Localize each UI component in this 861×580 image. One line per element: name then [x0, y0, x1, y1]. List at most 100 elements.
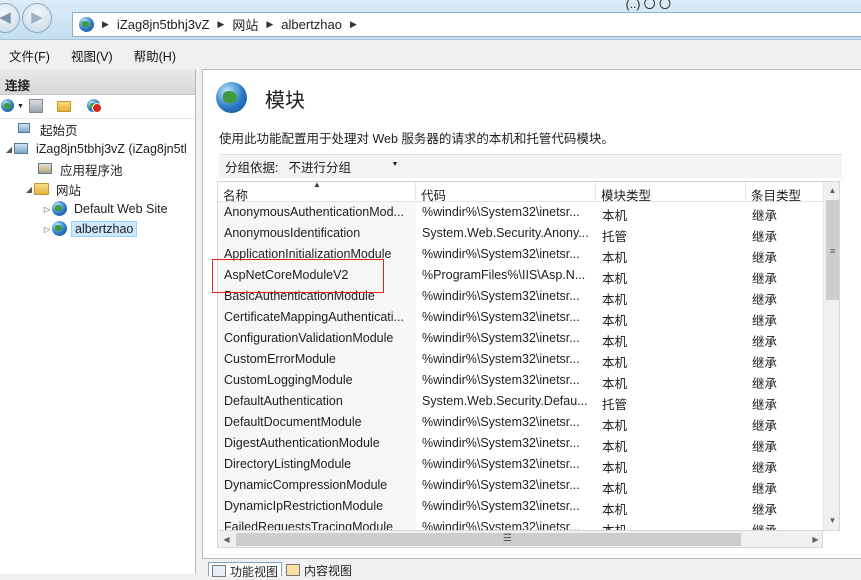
- list-header: 名称 ▲ 代码 模块类型 条目类型: [218, 182, 823, 203]
- column-header-module-type[interactable]: 模块类型: [596, 182, 746, 203]
- cell-name: AnonymousAuthenticationMod...: [224, 205, 404, 219]
- menu-bar: 文件(F) 视图(V) 帮助(H): [0, 44, 861, 66]
- table-row[interactable]: AnonymousAuthenticationMod... %windir%\Sy…: [218, 202, 823, 223]
- address-bar[interactable]: ▶ iZag8jn5tbhj3vZ ▶ 网站 ▶ albertzhao ▶: [72, 12, 861, 37]
- cell-name: CustomLoggingModule: [224, 373, 353, 387]
- table-row[interactable]: DirectoryListingModule %windir%\System32\…: [218, 454, 823, 475]
- menu-file[interactable]: 文件(F): [9, 46, 50, 65]
- collapse-icon[interactable]: ◢: [4, 145, 14, 154]
- scroll-right-icon[interactable]: ▶: [807, 531, 824, 548]
- tree-item-start-page[interactable]: 起始页: [18, 119, 81, 139]
- table-row[interactable]: CustomLoggingModule %windir%\System32\ine…: [218, 370, 823, 391]
- disconnect-icon[interactable]: [87, 99, 102, 114]
- modules-feature-page: 模块 使用此功能配置用于处理对 Web 服务器的请求的本机和托管代码模块。 分组…: [202, 69, 861, 559]
- cell-code: %windir%\System32\inetsr...: [422, 457, 580, 471]
- dropdown-arrow-icon: ▼: [391, 161, 399, 168]
- address-toolbar: ◀ ▶ ▶ iZag8jn5tbhj3vZ ▶ 网站 ▶ albertzhao …: [0, 0, 861, 40]
- scroll-up-icon[interactable]: ▲: [824, 182, 839, 199]
- column-header-entry-type[interactable]: 条目类型: [746, 182, 823, 203]
- cell-code: %windir%\System32\inetsr...: [422, 520, 580, 531]
- table-row[interactable]: DigestAuthenticationModule %windir%\Syste…: [218, 433, 823, 454]
- tree-item-label: 网站: [56, 183, 82, 198]
- globe-icon: [79, 17, 94, 32]
- group-by-select[interactable]: 不进行分组 ▼: [288, 157, 398, 176]
- table-row[interactable]: ConfigurationValidationModule %windir%\Sy…: [218, 328, 823, 349]
- cell-module-type: 托管: [602, 398, 628, 412]
- tree-item-sites[interactable]: ◢ 网站: [24, 179, 84, 199]
- cell-module-type: 本机: [602, 314, 628, 328]
- table-row[interactable]: DynamicCompressionModule %windir%\System3…: [218, 475, 823, 496]
- table-row[interactable]: DefaultDocumentModule %windir%\System32\i…: [218, 412, 823, 433]
- menu-view[interactable]: 视图(V): [71, 46, 113, 65]
- tree-item-label: iZag8jn5tbhj3vZ (iZag8jn5tl: [36, 142, 187, 156]
- connections-pane: 连接 ▼ 起始页 ◢ iZag8jn5tbhj3vZ (iZag8jn5tl 应…: [0, 69, 196, 574]
- cell-name: ApplicationInitializationModule: [224, 247, 392, 261]
- table-row[interactable]: DynamicIpRestrictionModule %windir%\Syste…: [218, 496, 823, 517]
- connect-icon[interactable]: [1, 99, 16, 114]
- chevron-right-icon: ▶: [217, 19, 225, 29]
- column-header-label: 名称: [223, 189, 249, 203]
- tree-item-albertzhao[interactable]: ▷ albertzhao: [42, 219, 138, 239]
- expand-icon[interactable]: ▷: [42, 225, 52, 234]
- cell-entry-type: 继承: [752, 230, 778, 244]
- cell-name: AnonymousIdentification: [224, 226, 361, 240]
- scroll-left-icon[interactable]: ◀: [218, 531, 235, 548]
- cell-code: %windir%\System32\inetsr...: [422, 310, 580, 324]
- table-row[interactable]: AspNetCoreModuleV2 %ProgramFiles%\IIS\Asp…: [218, 265, 823, 286]
- scroll-down-icon[interactable]: ▼: [824, 512, 839, 529]
- table-row[interactable]: CustomErrorModule %windir%\System32\inets…: [218, 349, 823, 370]
- cell-code: %ProgramFiles%\IIS\Asp.N...: [422, 268, 586, 282]
- cell-name: DynamicIpRestrictionModule: [224, 499, 384, 513]
- cell-name: AspNetCoreModuleV2: [224, 268, 349, 282]
- breadcrumb-site[interactable]: albertzhao: [281, 17, 342, 32]
- cell-entry-type: 继承: [752, 335, 778, 349]
- cell-code: System.Web.Security.Anony...: [422, 226, 589, 240]
- chevron-right-icon[interactable]: ▶: [350, 19, 357, 30]
- group-by-value: 不进行分组: [288, 161, 351, 175]
- cell-code: %windir%\System32\inetsr...: [422, 436, 580, 450]
- back-button[interactable]: ◀: [0, 3, 20, 33]
- up-folder-icon[interactable]: [57, 99, 72, 114]
- cell-entry-type: 继承: [752, 524, 778, 531]
- modules-globe-icon: [216, 82, 247, 113]
- tree-item-server[interactable]: ◢ iZag8jn5tbhj3vZ (iZag8jn5tl: [4, 139, 190, 159]
- vertical-scrollbar[interactable]: ▲ ≡ ▼: [823, 182, 839, 530]
- tree-item-default-web-site[interactable]: ▷ Default Web Site: [42, 199, 171, 219]
- group-by-bar: 分组依据: 不进行分组 ▼: [219, 154, 842, 178]
- chevron-right-icon: ▶: [102, 19, 109, 29]
- table-row[interactable]: AnonymousIdentification System.Web.Securi…: [218, 223, 823, 244]
- tree-item-app-pools[interactable]: 应用程序池: [38, 159, 126, 179]
- cell-entry-type: 继承: [752, 251, 778, 265]
- cell-module-type: 托管: [602, 230, 628, 244]
- table-row[interactable]: DefaultAuthentication System.Web.Security…: [218, 391, 823, 412]
- menu-help[interactable]: 帮助(H): [134, 46, 176, 65]
- content-view-icon: [286, 564, 300, 576]
- horizontal-scrollbar[interactable]: ◀ ☰ ▶: [217, 531, 823, 548]
- breadcrumb-server[interactable]: iZag8jn5tbhj3vZ: [117, 17, 210, 32]
- table-row[interactable]: ApplicationInitializationModule %windir%\…: [218, 244, 823, 265]
- cell-module-type: 本机: [602, 335, 628, 349]
- collapse-icon[interactable]: ◢: [24, 185, 34, 194]
- cell-name: CustomErrorModule: [224, 352, 336, 366]
- cell-module-type: 本机: [602, 461, 628, 475]
- forward-button[interactable]: ▶: [22, 3, 52, 33]
- cell-name: FailedRequestsTracingModule: [224, 520, 394, 531]
- cell-entry-type: 继承: [752, 440, 778, 454]
- tree-item-label: Default Web Site: [74, 202, 168, 216]
- table-row[interactable]: CertificateMappingAuthenticati... %windir…: [218, 307, 823, 328]
- cell-name: DynamicCompressionModule: [224, 478, 388, 492]
- column-header-code[interactable]: 代码: [416, 182, 596, 203]
- vertical-scroll-thumb[interactable]: ≡: [826, 200, 839, 300]
- table-row[interactable]: BasicAuthenticationModule %windir%\System…: [218, 286, 823, 307]
- table-row[interactable]: FailedRequestsTracingModule %windir%\Syst…: [218, 517, 823, 531]
- cell-code: %windir%\System32\inetsr...: [422, 205, 580, 219]
- column-header-name[interactable]: 名称 ▲: [218, 182, 416, 203]
- window-title-fragment: (..) 〇 〇: [625, 0, 671, 11]
- cell-module-type: 本机: [602, 356, 628, 370]
- breadcrumb-sites[interactable]: 网站: [232, 15, 258, 34]
- cell-code: %windir%\System32\inetsr...: [422, 247, 580, 261]
- save-icon[interactable]: [29, 99, 43, 113]
- cell-entry-type: 继承: [752, 503, 778, 517]
- horizontal-scroll-thumb[interactable]: ☰: [236, 533, 741, 546]
- expand-icon[interactable]: ▷: [42, 205, 52, 214]
